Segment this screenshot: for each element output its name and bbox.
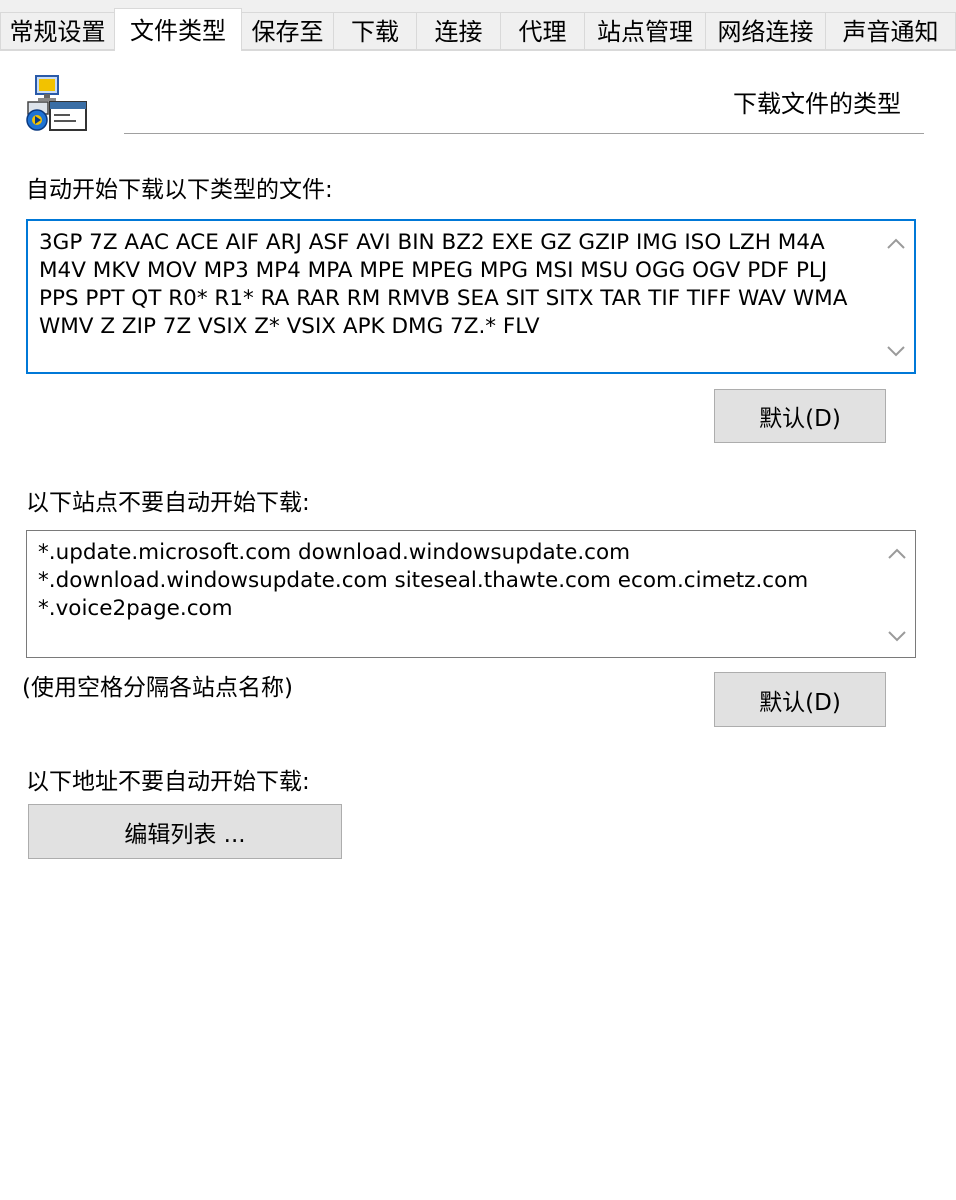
tab-proxy[interactable]: 代理 [500, 12, 585, 50]
file-types-scrollbar[interactable] [879, 222, 913, 371]
file-types-text: 3GP 7Z AAC ACE AIF ARJ ASF AVI BIN BZ2 E… [39, 230, 855, 339]
tab-download[interactable]: 下载 [333, 12, 417, 50]
tab-bar: 常规设置 文件类型 保存至 下载 连接 代理 站点管理 网络连接 声音通知 [0, 0, 956, 51]
file-types-label: 自动开始下载以下类型的文件: [26, 177, 333, 203]
page-title: 下载文件的类型 [733, 90, 901, 118]
header-divider [124, 133, 924, 134]
tab-connection[interactable]: 连接 [416, 12, 501, 50]
sites-hint: (使用空格分隔各站点名称) [22, 675, 293, 701]
scroll-down-icon[interactable] [886, 345, 906, 357]
tab-network[interactable]: 网络连接 [705, 12, 826, 50]
scroll-up-icon[interactable] [887, 548, 907, 560]
tab-file-types[interactable]: 文件类型 [114, 8, 242, 51]
scroll-up-icon[interactable] [886, 238, 906, 250]
tab-site-manager[interactable]: 站点管理 [584, 12, 706, 50]
sites-text: *.update.microsoft.com download.windowsu… [38, 540, 816, 621]
file-types-default-button[interactable]: 默认(D) [714, 389, 886, 443]
tab-sound[interactable]: 声音通知 [825, 12, 956, 50]
scroll-down-icon[interactable] [887, 630, 907, 642]
sites-label: 以下站点不要自动开始下载: [26, 490, 310, 516]
tab-general[interactable]: 常规设置 [0, 12, 115, 50]
sites-default-button[interactable]: 默认(D) [714, 672, 886, 727]
file-types-textarea[interactable]: 3GP 7Z AAC ACE AIF ARJ ASF AVI BIN BZ2 E… [26, 219, 916, 374]
tab-save-to[interactable]: 保存至 [241, 12, 334, 50]
sites-scrollbar[interactable] [880, 532, 914, 656]
file-types-icon [24, 72, 90, 138]
edit-list-button[interactable]: 编辑列表 ... [28, 804, 342, 859]
sites-textarea[interactable]: *.update.microsoft.com download.windowsu… [26, 530, 916, 658]
addresses-label: 以下地址不要自动开始下载: [26, 769, 310, 795]
